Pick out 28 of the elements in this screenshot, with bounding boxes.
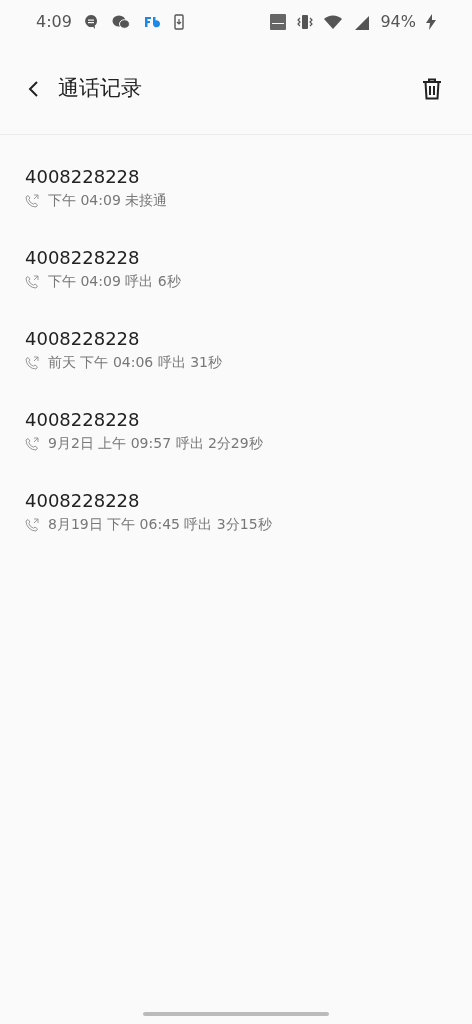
outgoing-call-icon bbox=[25, 193, 39, 208]
phone-number: 4008228228 bbox=[25, 165, 141, 189]
phone-number: 4008228228 bbox=[25, 408, 141, 432]
call-detail: 下午 04:09 呼出 6秒 bbox=[48, 272, 181, 291]
call-detail: 8月19日 下午 06:45 呼出 3分15秒 bbox=[48, 515, 272, 534]
call-detail: 9月2日 上午 09:57 呼出 2分29秒 bbox=[48, 434, 263, 453]
wifi-icon bbox=[324, 15, 343, 29]
message-icon bbox=[83, 14, 98, 30]
call-detail: 下午 04:09 未接通 bbox=[48, 191, 168, 210]
status-time: 4:09 bbox=[36, 11, 72, 33]
phone-number: 4008228228 bbox=[25, 327, 141, 351]
back-icon bbox=[27, 80, 39, 98]
vibrate-icon bbox=[296, 14, 315, 30]
delete-button[interactable] bbox=[420, 77, 444, 101]
phone-number: 4008228228 bbox=[25, 246, 141, 270]
chat-bubbles-icon bbox=[111, 15, 130, 29]
outgoing-call-icon bbox=[25, 436, 39, 451]
app-icon bbox=[143, 16, 160, 28]
phone-number: 4008228228 bbox=[25, 489, 141, 513]
download-icon bbox=[173, 14, 184, 30]
page-title: 通话记录 bbox=[58, 75, 142, 103]
outgoing-call-icon bbox=[25, 355, 39, 370]
battery-level: 94% bbox=[380, 11, 416, 33]
charging-icon bbox=[426, 14, 436, 30]
outgoing-call-icon bbox=[25, 517, 39, 532]
outgoing-call-icon bbox=[25, 274, 39, 289]
trash-icon bbox=[422, 78, 442, 100]
call-detail: 前天 下午 04:06 呼出 31秒 bbox=[48, 353, 222, 372]
